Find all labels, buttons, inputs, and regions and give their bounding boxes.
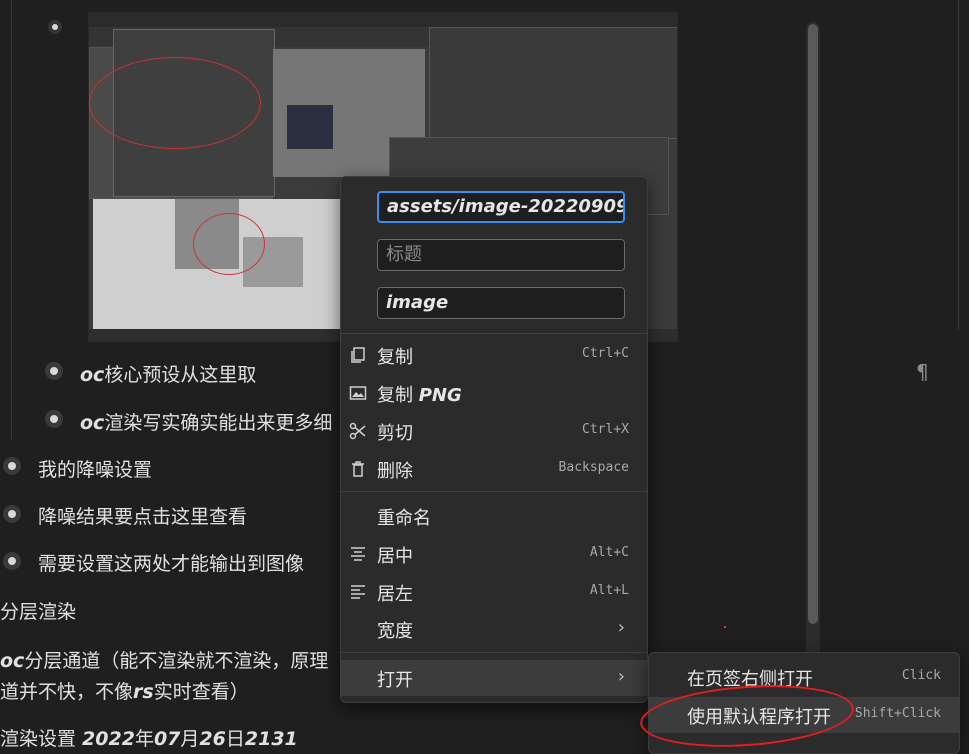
shortcut-label: Ctrl+X	[582, 422, 629, 437]
text: 道并不快，不像	[0, 681, 134, 703]
list-bullet	[8, 510, 16, 518]
menu-item-copy[interactable]: 复制 Ctrl+C	[341, 337, 647, 373]
image-src-value: assets/image-20220909	[387, 196, 625, 217]
indent-guide	[958, 0, 959, 330]
text-bold-italic: rs	[133, 681, 154, 703]
paragraph[interactable]: 道并不快，不像rs实时查看）	[0, 677, 249, 704]
text: 核心预设从这里取	[104, 364, 257, 386]
menu-item-copy-png[interactable]: 复制 PNG	[341, 375, 647, 411]
menu-item-label-format: PNG	[418, 385, 462, 406]
text: 日	[225, 728, 245, 750]
menu-item-rename[interactable]: 重命名	[341, 498, 647, 534]
menu-separator	[341, 333, 647, 334]
image-right-panel	[429, 27, 677, 139]
paragraph[interactable]: oc分层通道（能不渲染就不渲染，原理	[0, 646, 328, 673]
menu-item-label: 删除	[377, 461, 413, 482]
list-bullet	[8, 557, 16, 565]
text-bold-italic: 26	[199, 728, 226, 750]
shortcut-label: Shift+Click	[854, 706, 941, 721]
image-src-input[interactable]: assets/image-20220909	[377, 191, 625, 223]
image-context-menu: assets/image-20220909 标题 image 复制 Ctrl+C…	[340, 176, 648, 703]
menu-item-label: 复制 PNG	[377, 381, 462, 407]
list-item[interactable]: 需要设置这两处才能输出到图像	[38, 549, 304, 576]
menu-item-align-center[interactable]: 居中 Alt+C	[341, 536, 647, 572]
chevron-right-icon: ›	[617, 666, 625, 687]
paragraph[interactable]: 渲染设置 2022年07月26日2131	[0, 724, 298, 751]
scissors-icon	[349, 422, 366, 440]
list-bullet	[50, 367, 58, 375]
image-title-placeholder: 标题	[386, 244, 422, 265]
text: 渲染设置	[0, 728, 83, 750]
paragraph-mark-icon: ¶	[916, 360, 929, 384]
menu-item-cut[interactable]: 剪切 Ctrl+X	[341, 413, 647, 449]
list-item[interactable]: oc渲染写实确实能出来更多细	[80, 408, 332, 435]
menu-item-delete[interactable]: 删除 Backspace	[341, 451, 647, 487]
text-bold-italic: 07	[153, 728, 181, 750]
menu-item-label: 复制	[377, 347, 413, 368]
menu-item-align-left[interactable]: 居左 Alt+L	[341, 574, 647, 610]
list-item[interactable]: oc核心预设从这里取	[80, 360, 256, 387]
image-annotation-circle	[193, 213, 265, 275]
shortcut-label: Backspace	[558, 460, 629, 475]
text-bold-italic: oc	[80, 364, 105, 386]
list-bullet	[8, 462, 16, 470]
list-item[interactable]: 降噪结果要点击这里查看	[38, 502, 247, 529]
text: 渲染写实确实能出来更多细	[104, 412, 333, 434]
image-title-input[interactable]: 标题	[377, 239, 625, 271]
trash-icon	[352, 461, 364, 477]
image-cube	[287, 105, 333, 149]
text-bold-italic: 2022	[82, 728, 135, 750]
menu-item-label: 居左	[377, 584, 413, 605]
list-item[interactable]: 我的降噪设置	[38, 455, 152, 482]
text: 年	[134, 728, 154, 750]
menu-item-label: 重命名	[377, 508, 431, 529]
text: 分层通道（能不渲染就不渲染，原理	[24, 650, 329, 672]
image-icon	[349, 386, 367, 400]
image-titlebar	[89, 13, 677, 27]
menu-item-label: 宽度	[377, 621, 413, 642]
shortcut-label: Click	[901, 668, 941, 683]
image-alt-value: image	[386, 292, 449, 313]
menu-item-label-text: 复制	[377, 385, 419, 406]
scrollbar-thumb[interactable]	[808, 24, 818, 624]
shortcut-label: Ctrl+C	[582, 346, 629, 361]
list-bullet	[50, 415, 58, 423]
text-bold-italic: 2131	[244, 728, 298, 750]
shortcut-label: Alt+L	[589, 583, 629, 598]
chevron-right-icon: ›	[617, 617, 625, 638]
menu-separator	[341, 652, 647, 653]
copy-icon	[351, 347, 365, 363]
annotation-dot	[724, 626, 726, 628]
menu-item-width[interactable]: 宽度 ›	[341, 611, 647, 647]
text-bold-italic: oc	[0, 650, 25, 672]
menu-item-label: 剪切	[377, 423, 413, 444]
indent-guide	[11, 0, 12, 440]
text: 实时查看）	[153, 681, 249, 703]
menu-item-open[interactable]: 打开 ›	[341, 660, 647, 696]
text-bold-italic: oc	[80, 412, 105, 434]
menu-item-label: 居中	[377, 546, 413, 567]
menu-separator	[341, 491, 647, 492]
list-bullet	[52, 24, 58, 30]
image-alt-input[interactable]: image	[377, 287, 625, 319]
menu-item-label: 打开	[377, 670, 413, 691]
align-left-icon	[351, 585, 365, 599]
text: 月	[180, 728, 200, 750]
shortcut-label: Alt+C	[589, 545, 629, 560]
align-center-icon	[351, 547, 365, 561]
paragraph[interactable]: 分层渲染	[0, 597, 76, 624]
image-annotation-circle	[89, 57, 261, 149]
